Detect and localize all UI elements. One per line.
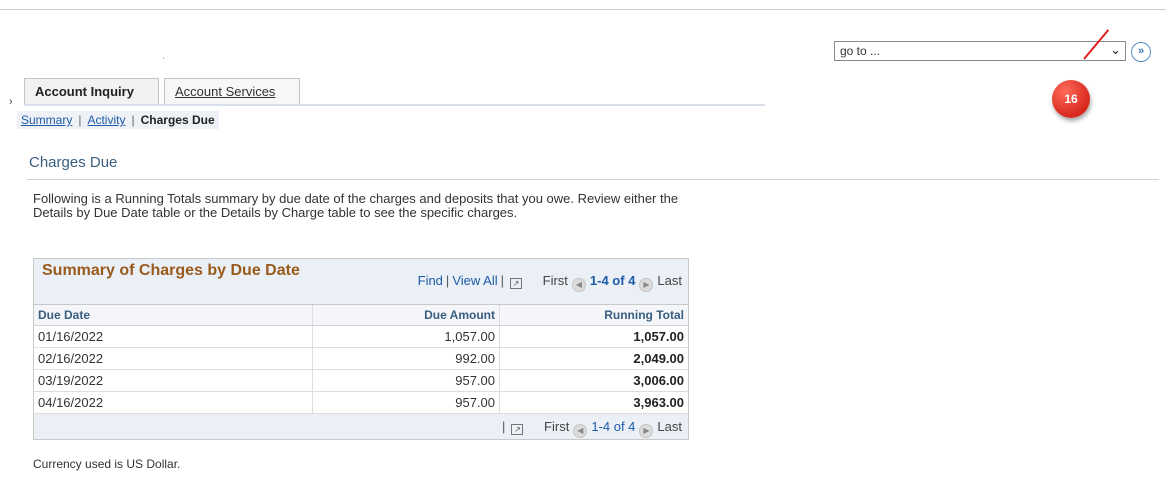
row-range: 1-4 of 4: [591, 419, 636, 434]
tab-account-services[interactable]: Account Services: [164, 78, 300, 104]
first-link[interactable]: First: [544, 419, 569, 434]
title-divider: [27, 179, 1159, 180]
zoom-icon[interactable]: ↗: [510, 278, 522, 289]
column-running-total: Running Total: [499, 305, 688, 326]
tab-account-inquiry[interactable]: Account Inquiry: [24, 78, 159, 104]
due-amount-cell: 992.00: [312, 347, 500, 370]
grid-navigation: Find | View All | ↗ First ◀ 1-4 of 4 ▶ Last: [418, 273, 682, 292]
previous-icon[interactable]: ◀: [573, 424, 588, 438]
charges-summary-grid: Summary of Charges by Due Date Find | View…: [33, 258, 689, 440]
table-header-row: Due Date Due Amount Running Total: [34, 305, 688, 326]
grid-title: Summary of Charges by Due Date: [42, 262, 300, 279]
sub-navigation: Summary | Activity | Charges Due: [17, 111, 219, 129]
grid-header: Summary of Charges by Due Date Find | View…: [34, 259, 688, 305]
table-row: 03/19/2022 957.00 3,006.00: [34, 369, 688, 392]
grid-footer: | ↗ First ◀ 1-4 of 4 ▶ Last: [34, 414, 688, 439]
subnav-separator: |: [131, 113, 135, 127]
charges-table: Due Date Due Amount Running Total 01/16/…: [34, 305, 688, 414]
previous-icon[interactable]: ◀: [571, 278, 586, 292]
stray-dot: .: [162, 50, 166, 62]
next-icon[interactable]: ▶: [639, 424, 654, 438]
due-date-cell: 02/16/2022: [34, 347, 313, 370]
find-link[interactable]: Find: [418, 273, 443, 288]
page-title: Charges Due: [29, 154, 118, 171]
view-all-link[interactable]: View All: [452, 273, 497, 288]
subnav-summary-link[interactable]: Summary: [21, 113, 72, 127]
last-link[interactable]: Last: [657, 273, 682, 288]
step-callout-badge: 16: [1052, 80, 1090, 118]
tab-divider: [24, 104, 765, 106]
running-total-cell: 3,006.00: [499, 369, 688, 392]
table-row: 02/16/2022 992.00 2,049.00: [34, 347, 688, 370]
running-total-cell: 1,057.00: [499, 325, 688, 348]
zoom-icon[interactable]: ↗: [511, 424, 524, 435]
table-row: 04/16/2022 957.00 3,963.00: [34, 391, 688, 414]
go-button[interactable]: »: [1131, 42, 1151, 62]
last-link[interactable]: Last: [657, 419, 682, 434]
next-icon[interactable]: ▶: [639, 278, 654, 292]
due-date-cell: 04/16/2022: [34, 391, 313, 414]
intro-text: Following is a Running Totals summary by…: [33, 191, 679, 220]
column-due-amount: Due Amount: [312, 305, 500, 326]
due-date-cell: 03/19/2022: [34, 369, 313, 392]
row-range: 1-4 of 4: [589, 273, 636, 288]
running-total-cell: 2,049.00: [499, 347, 688, 370]
table-row: 01/16/2022 1,057.00 1,057.00: [34, 325, 688, 348]
currency-note: Currency used is US Dollar.: [33, 457, 181, 471]
due-amount-cell: 957.00: [312, 391, 500, 414]
subnav-activity-link[interactable]: Activity: [87, 113, 125, 127]
column-due-date: Due Date: [34, 305, 313, 326]
first-link[interactable]: First: [543, 273, 568, 288]
tab-account-services-label: Account Services: [175, 84, 276, 99]
running-total-cell: 3,963.00: [499, 391, 688, 414]
subnav-separator: |: [78, 113, 82, 127]
due-amount-cell: 957.00: [312, 369, 500, 392]
stray-mark: ›: [9, 96, 13, 108]
due-date-cell: 01/16/2022: [34, 325, 313, 348]
grid-footer-navigation: | ↗ First ◀ 1-4 of 4 ▶ Last: [499, 419, 682, 438]
subnav-current-charges-due: Charges Due: [140, 113, 215, 127]
top-divider: [0, 9, 1166, 10]
chevron-down-icon: ⌄: [1110, 42, 1121, 57]
due-amount-cell: 1,057.00: [312, 325, 500, 348]
goto-select-value: go to ...: [840, 44, 881, 58]
